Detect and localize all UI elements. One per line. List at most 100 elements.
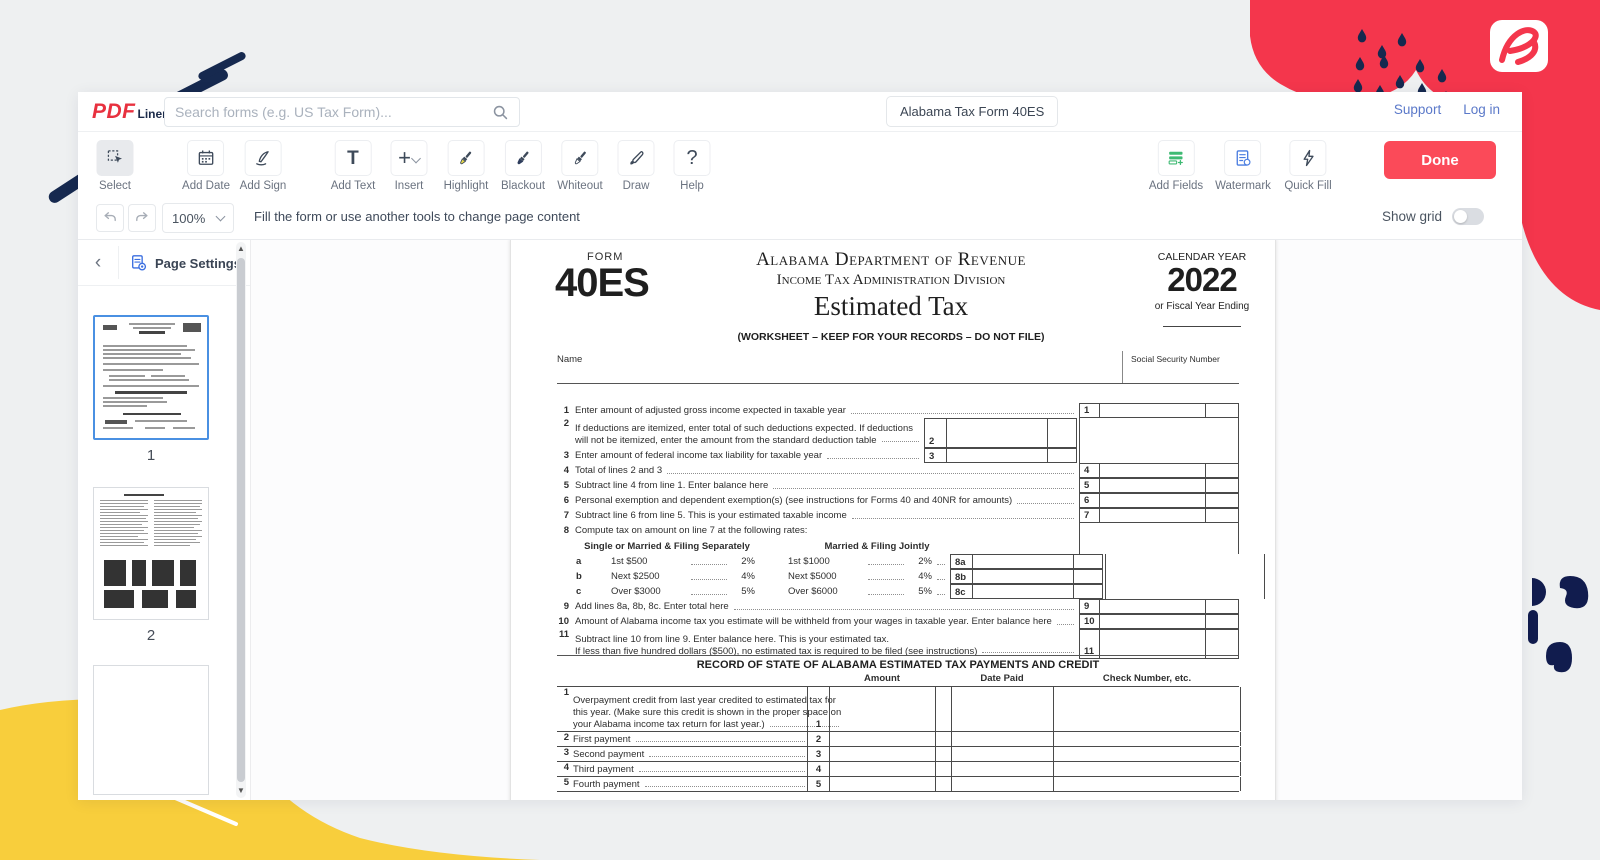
- record-row-1: 1 Overpayment credit from last year cred…: [557, 687, 1239, 732]
- draw-button[interactable]: Draw: [618, 140, 655, 192]
- sidebar-collapse-button[interactable]: ‹: [84, 249, 112, 277]
- scroll-down-icon[interactable]: ▼: [237, 787, 245, 795]
- record-row-2: 2 First payment 2: [557, 732, 1239, 747]
- undo-button[interactable]: [96, 204, 124, 232]
- form-field-4-cents[interactable]: [1206, 464, 1238, 477]
- record-5-check[interactable]: [1053, 777, 1241, 791]
- record-3-check[interactable]: [1053, 747, 1241, 761]
- form-field-10-cents[interactable]: [1206, 615, 1238, 628]
- page-thumbnail-3[interactable]: [93, 665, 209, 795]
- add-fields-button[interactable]: Add Fields: [1149, 140, 1203, 192]
- support-link[interactable]: Support: [1394, 102, 1441, 117]
- quick-fill-button[interactable]: Quick Fill: [1284, 140, 1331, 192]
- page-settings-button[interactable]: Page Settings: [130, 248, 241, 278]
- record-row-5: 5 Fourth payment 5: [557, 777, 1239, 792]
- fiscal-year-field[interactable]: [1163, 326, 1241, 327]
- record-2-amount[interactable]: [829, 732, 935, 746]
- insert-button[interactable]: + Insert: [391, 140, 428, 192]
- record-3-date[interactable]: [951, 747, 1053, 761]
- rates-header-row: Single or Married & Filing Separately Ma…: [557, 538, 1239, 554]
- record-table: 1 Overpayment credit from last year cred…: [557, 686, 1239, 792]
- record-4-date[interactable]: [951, 762, 1053, 776]
- rates-header-joint: Married & Filing Jointly: [802, 541, 952, 554]
- record-1-date[interactable]: [951, 687, 1053, 731]
- form-field-7[interactable]: [1100, 509, 1206, 522]
- form-field-8c[interactable]: [973, 585, 1074, 598]
- select-tool-button[interactable]: Select: [97, 140, 134, 192]
- pdf-page[interactable]: FORM 40ES Alabama Department of Revenue …: [510, 240, 1276, 800]
- form-field-8b-cents[interactable]: [1074, 570, 1102, 583]
- logo-liner-text: Liner: [138, 107, 167, 121]
- help-button[interactable]: ? Help: [674, 140, 711, 192]
- highlight-brush-icon: [456, 148, 476, 168]
- record-5-amount[interactable]: [829, 777, 935, 791]
- form-field-4[interactable]: [1100, 464, 1206, 477]
- zoom-select[interactable]: 100%: [162, 203, 234, 233]
- record-2-check[interactable]: [1053, 732, 1241, 746]
- form-line-9: 9 Add lines 8a, 8b, 8c. Enter total here…: [557, 599, 1239, 614]
- form-field-9-cents[interactable]: [1206, 600, 1238, 613]
- add-date-button[interactable]: Add Date: [182, 140, 230, 192]
- form-field-1[interactable]: [1100, 404, 1206, 417]
- login-link[interactable]: Log in: [1463, 102, 1500, 117]
- highlight-button[interactable]: Highlight: [444, 140, 489, 192]
- record-row-4: 4 Third payment 4: [557, 762, 1239, 777]
- done-button[interactable]: Done: [1384, 141, 1496, 179]
- form-field-5-cents[interactable]: [1206, 479, 1238, 492]
- add-text-button[interactable]: T Add Text: [331, 140, 376, 192]
- form-field-1-cents[interactable]: [1206, 404, 1238, 417]
- redo-icon: [134, 210, 150, 226]
- watermark-button[interactable]: Watermark: [1215, 140, 1271, 192]
- form-field-6[interactable]: [1100, 494, 1206, 507]
- record-4-amount[interactable]: [829, 762, 935, 776]
- rate-row-b: b Next $2500 4% Next $5000 4% 8b: [557, 569, 1239, 584]
- add-sign-button[interactable]: Add Sign: [240, 140, 287, 192]
- record-5-date[interactable]: [951, 777, 1053, 791]
- form-field-3[interactable]: [947, 449, 1048, 462]
- pdfliner-logo[interactable]: PDF Liner: [92, 100, 167, 124]
- form-field-6-cents[interactable]: [1206, 494, 1238, 507]
- record-1-check[interactable]: [1053, 687, 1241, 731]
- record-4-check[interactable]: [1053, 762, 1241, 776]
- form-field-8a[interactable]: [973, 555, 1074, 568]
- form-field-8c-cents[interactable]: [1074, 585, 1102, 598]
- form-field-11[interactable]: [1100, 630, 1206, 658]
- pdfliner-badge-icon: [1488, 18, 1552, 78]
- form-field-8b[interactable]: [973, 570, 1074, 583]
- form-field-9[interactable]: [1100, 600, 1206, 613]
- form-field-2[interactable]: [947, 419, 1048, 447]
- form-number: 40ES: [555, 261, 649, 306]
- ssn-field[interactable]: Social Security Number: [1122, 351, 1239, 383]
- page-thumbnail-2[interactable]: [93, 487, 209, 620]
- name-field[interactable]: [557, 351, 1119, 383]
- scroll-up-icon[interactable]: ▲: [237, 245, 245, 253]
- draw-brush-icon: [626, 148, 646, 168]
- whiteout-button[interactable]: Whiteout: [557, 140, 602, 192]
- document-title-chip[interactable]: Alabama Tax Form 40ES: [886, 96, 1058, 127]
- page-thumbnail-1[interactable]: [93, 315, 209, 440]
- redo-button[interactable]: [128, 204, 156, 232]
- form-field-3-cents[interactable]: [1048, 449, 1076, 462]
- blackout-button[interactable]: Blackout: [501, 140, 545, 192]
- form-field-7-cents[interactable]: [1206, 509, 1238, 522]
- zoom-value: 100%: [172, 211, 205, 226]
- record-title: RECORD OF STATE OF ALABAMA ESTIMATED TAX…: [557, 659, 1239, 671]
- record-col-amount: Amount: [829, 673, 935, 684]
- form-field-10[interactable]: [1100, 615, 1206, 628]
- record-1-amount[interactable]: [829, 687, 935, 731]
- calendar-year-value: 2022: [1137, 261, 1267, 299]
- scrollbar-thumb[interactable]: [237, 258, 245, 782]
- form-field-5[interactable]: [1100, 479, 1206, 492]
- search-bar[interactable]: [164, 97, 520, 127]
- dept-line-2: Income Tax Administration Division: [691, 272, 1091, 289]
- form-field-8a-cents[interactable]: [1074, 555, 1102, 568]
- search-input[interactable]: [175, 104, 492, 120]
- sidebar-scrollbar[interactable]: ▲ ▼: [236, 242, 246, 798]
- show-grid-toggle[interactable]: [1452, 208, 1484, 225]
- document-viewer: FORM 40ES Alabama Department of Revenue …: [251, 240, 1522, 800]
- form-field-11-cents[interactable]: [1206, 630, 1238, 658]
- record-3-amount[interactable]: [829, 747, 935, 761]
- record-2-date[interactable]: [951, 732, 1053, 746]
- rate-row-c: c Over $3000 5% Over $6000 5% 8c: [557, 584, 1239, 599]
- form-field-2-cents[interactable]: [1048, 419, 1076, 447]
